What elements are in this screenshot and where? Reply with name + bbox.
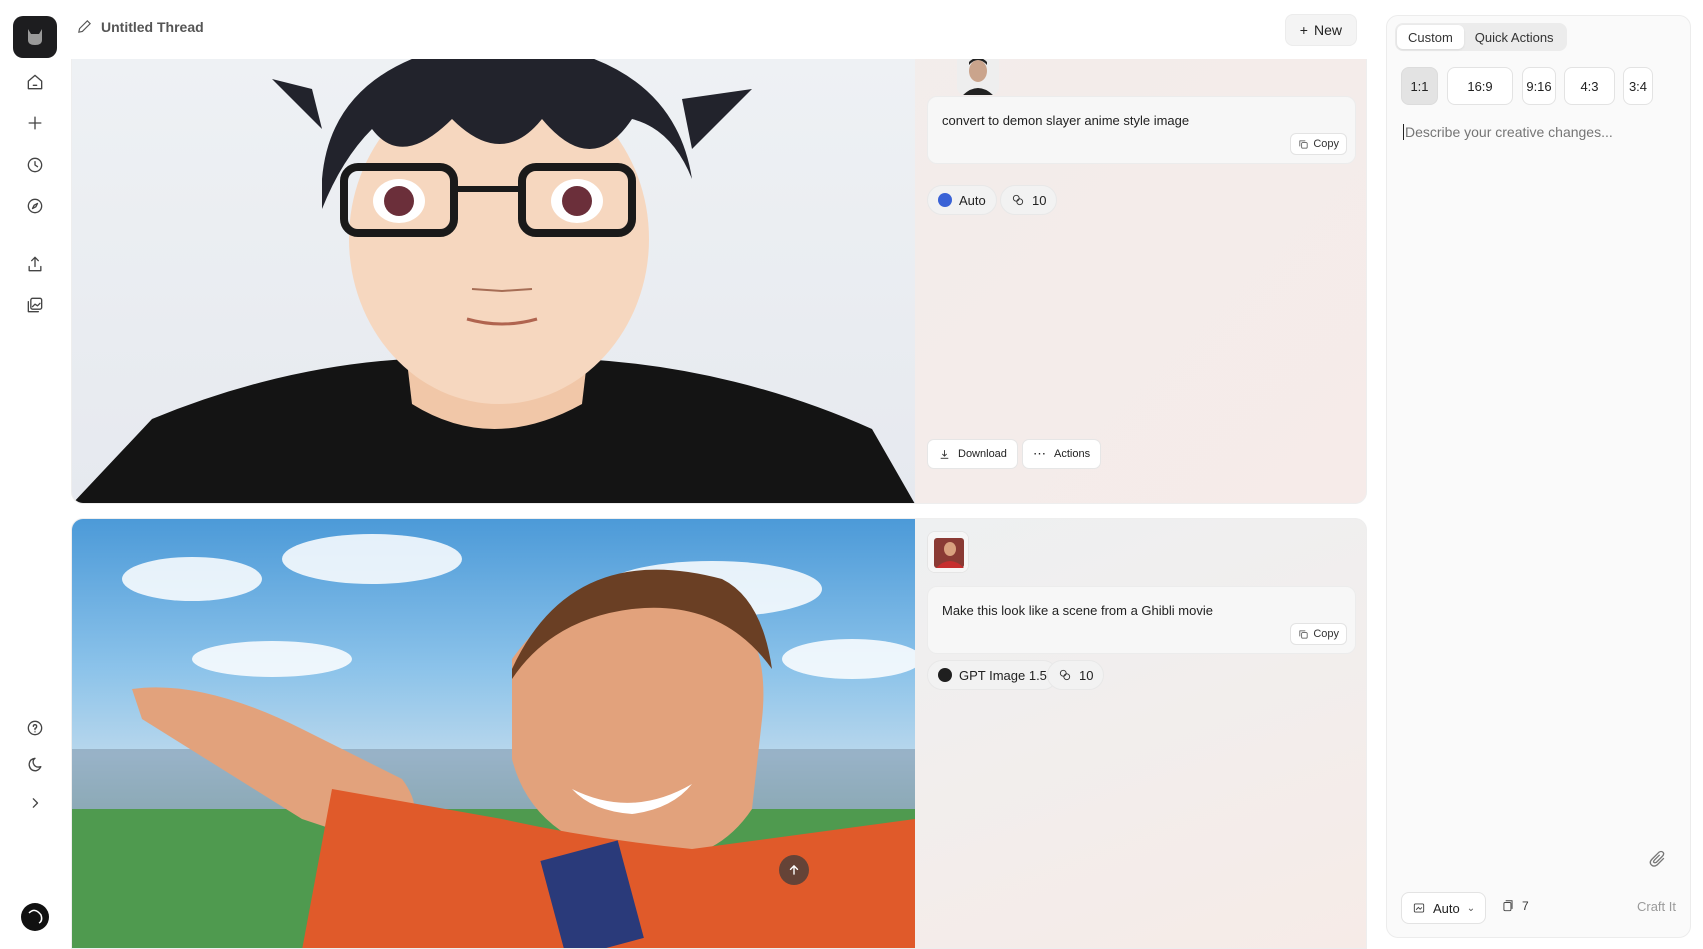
image-stack-icon[interactable] bbox=[20, 290, 50, 320]
arrow-up-icon bbox=[789, 864, 799, 875]
paperclip-icon[interactable] bbox=[1648, 849, 1670, 871]
model-chip[interactable]: Auto bbox=[927, 185, 997, 215]
prompt-box: convert to demon slayer anime style imag… bbox=[927, 96, 1356, 164]
credits-chip: 10 bbox=[1000, 185, 1058, 215]
craft-it-button[interactable]: Craft It bbox=[1637, 899, 1676, 914]
download-label: Download bbox=[958, 448, 1007, 460]
ratio-16-9[interactable]: 16:9 bbox=[1447, 67, 1513, 105]
source-thumbnail[interactable] bbox=[957, 59, 999, 95]
sidebar bbox=[0, 0, 70, 949]
prompt-box: Make this look like a scene from a Ghibl… bbox=[927, 586, 1356, 654]
new-thread-button[interactable]: + New bbox=[1284, 14, 1357, 46]
coins-icon bbox=[1059, 669, 1071, 681]
new-label: New bbox=[1313, 22, 1342, 38]
prompt-text: Make this look like a scene from a Ghibl… bbox=[942, 603, 1213, 618]
coins-icon bbox=[1012, 194, 1024, 206]
scroll-up-button[interactable] bbox=[779, 855, 809, 885]
model-select-label: Auto bbox=[1433, 900, 1460, 916]
generation-card: Make this look like a scene from a Ghibl… bbox=[71, 518, 1367, 949]
credits-label: 10 bbox=[1079, 667, 1094, 683]
openai-icon bbox=[938, 668, 952, 682]
more-dots-icon: ⋯ bbox=[1033, 446, 1047, 461]
question-icon[interactable] bbox=[20, 713, 50, 743]
upload-icon[interactable] bbox=[20, 249, 50, 279]
auto-model-icon bbox=[938, 193, 952, 207]
copy-button[interactable]: Copy bbox=[1290, 133, 1347, 155]
generation-info: Make this look like a scene from a Ghibl… bbox=[927, 519, 1357, 948]
plus-icon[interactable] bbox=[20, 108, 50, 138]
pencil-icon bbox=[78, 20, 91, 33]
copy-icon bbox=[1299, 629, 1308, 639]
credits-count: 7 bbox=[1522, 899, 1529, 913]
tab-custom[interactable]: Custom bbox=[1397, 25, 1464, 49]
source-thumbnail[interactable] bbox=[927, 531, 969, 573]
model-select[interactable]: Auto ⌄ bbox=[1401, 892, 1487, 924]
actions-button[interactable]: ⋯ Actions bbox=[1022, 439, 1102, 469]
model-label: GPT Image 1.5 bbox=[959, 667, 1047, 683]
mode-tabs: Custom Quick Actions bbox=[1395, 23, 1567, 51]
copy-label: Copy bbox=[1313, 138, 1339, 150]
ratio-9-16[interactable]: 9:16 bbox=[1522, 67, 1556, 105]
chevron-right-icon[interactable] bbox=[20, 788, 50, 818]
copy-label: Copy bbox=[1313, 628, 1339, 640]
generation-info: convert to demon slayer anime style imag… bbox=[927, 59, 1357, 503]
ratio-1-1[interactable]: 1:1 bbox=[1401, 67, 1438, 105]
prompt-text: convert to demon slayer anime style imag… bbox=[942, 113, 1190, 128]
copy-icon bbox=[1299, 139, 1308, 149]
actions-label: Actions bbox=[1054, 448, 1091, 460]
download-icon bbox=[940, 449, 949, 459]
download-button[interactable]: Download bbox=[927, 439, 1018, 469]
credits-icon bbox=[1503, 900, 1513, 912]
anime-portrait-image bbox=[72, 59, 915, 503]
generated-image[interactable] bbox=[72, 59, 915, 503]
compass-icon[interactable] bbox=[20, 191, 50, 221]
clock-icon[interactable] bbox=[20, 150, 50, 180]
home-icon[interactable] bbox=[20, 67, 50, 97]
tab-quick-actions[interactable]: Quick Actions bbox=[1464, 25, 1565, 49]
model-chip[interactable]: GPT Image 1.5 bbox=[927, 660, 1058, 690]
ratio-4-3[interactable]: 4:3 bbox=[1564, 67, 1615, 105]
copy-button[interactable]: Copy bbox=[1290, 623, 1347, 645]
generation-card: convert to demon slayer anime style imag… bbox=[71, 59, 1367, 504]
thread-title-label: Untitled Thread bbox=[101, 18, 204, 35]
thread-title[interactable]: Untitled Thread bbox=[76, 18, 204, 35]
credits-chip: 10 bbox=[1047, 660, 1105, 690]
top-bar: Untitled Thread + New bbox=[70, 0, 1367, 59]
avatar[interactable] bbox=[21, 903, 49, 931]
credits-label: 10 bbox=[1032, 192, 1047, 208]
edit-panel: Custom Quick Actions 1:1 16:9 9:16 4:3 3… bbox=[1386, 15, 1691, 938]
model-label: Auto bbox=[959, 192, 986, 208]
generated-image[interactable] bbox=[72, 519, 915, 948]
ratio-3-4[interactable]: 3:4 bbox=[1623, 67, 1653, 105]
describe-input[interactable] bbox=[1403, 124, 1673, 140]
chevron-down-icon: ⌄ bbox=[1466, 902, 1476, 914]
credits-indicator: 7 bbox=[1501, 899, 1529, 913]
plus-icon: + bbox=[1299, 22, 1308, 38]
image-edit-icon bbox=[1413, 903, 1425, 913]
cat-logo-icon[interactable] bbox=[13, 16, 57, 58]
moon-icon[interactable] bbox=[20, 750, 50, 780]
